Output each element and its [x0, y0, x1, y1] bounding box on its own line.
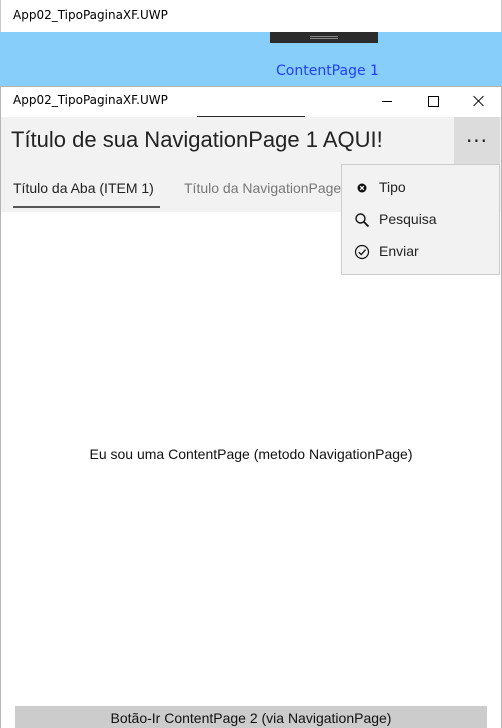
menu-item-label: Pesquisa — [379, 211, 437, 227]
close-circle-icon — [354, 180, 370, 196]
maximize-icon — [427, 95, 439, 107]
back-window-content-label: ContentPage 1 — [276, 63, 379, 79]
front-window-title: App02_TipoPaginaXF.UWP — [13, 93, 168, 107]
tab-item-1[interactable]: Título da Aba (ITEM 1) — [13, 180, 154, 196]
more-options-button[interactable]: ··· — [454, 117, 500, 165]
check-circle-icon — [354, 244, 370, 260]
tab-selected-indicator — [13, 206, 160, 208]
menu-item-label: Enviar — [379, 243, 419, 259]
back-window-drag-handle[interactable] — [270, 32, 378, 43]
tab-item-2[interactable]: Título da NavigationPage — [184, 180, 342, 196]
menu-item-label: Tipo — [379, 179, 406, 195]
menu-item-enviar[interactable]: Enviar — [342, 236, 499, 268]
more-icon: ··· — [465, 129, 489, 153]
search-icon — [354, 212, 370, 228]
go-contentpage-2-button[interactable]: Botão-Ir ContentPage 2 (via NavigationPa… — [15, 706, 487, 728]
content-text: Eu sou uma ContentPage (metodo Navigatio… — [89, 446, 413, 462]
close-icon — [473, 95, 485, 107]
back-window-title: App02_TipoPaginaXF.UWP — [13, 8, 168, 22]
page-title: Título de sua NavigationPage 1 AQUI! — [11, 127, 383, 152]
minimize-icon — [382, 100, 392, 102]
maximize-button[interactable] — [410, 86, 456, 116]
menu-item-tipo[interactable]: Tipo — [342, 172, 499, 204]
close-button[interactable] — [456, 86, 502, 116]
back-window-content — [0, 32, 502, 86]
minimize-button[interactable] — [364, 86, 410, 116]
menu-item-pesquisa[interactable]: Pesquisa — [342, 204, 499, 236]
